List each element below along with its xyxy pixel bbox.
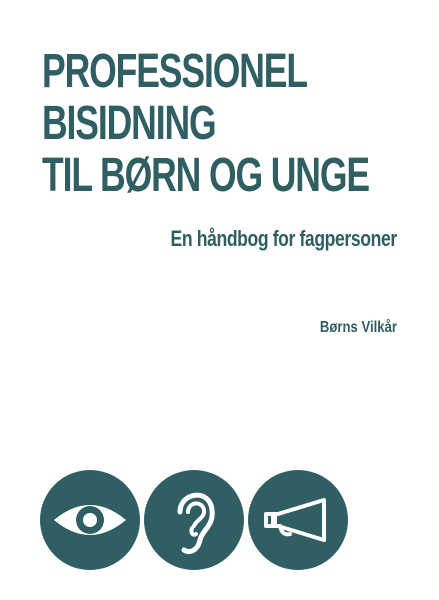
book-subtitle: En håndbog for fagpersoner	[170, 226, 398, 251]
title-line-3: TIL BØRN OG UNGE	[42, 149, 370, 202]
icon-row	[40, 470, 348, 570]
title-line-1: PROFESSIONEL	[42, 45, 308, 98]
ear-icon	[144, 470, 244, 570]
book-title: PROFESSIONEL BISIDNING TIL BØRN OG UNGE	[42, 45, 370, 202]
eye-icon	[40, 470, 140, 570]
book-cover: PROFESSIONEL BISIDNING TIL BØRN OG UNGE …	[0, 0, 439, 600]
megaphone-icon	[248, 470, 348, 570]
publisher-name: Børns Vilkår	[319, 319, 397, 336]
title-line-2: BISIDNING	[42, 97, 217, 150]
